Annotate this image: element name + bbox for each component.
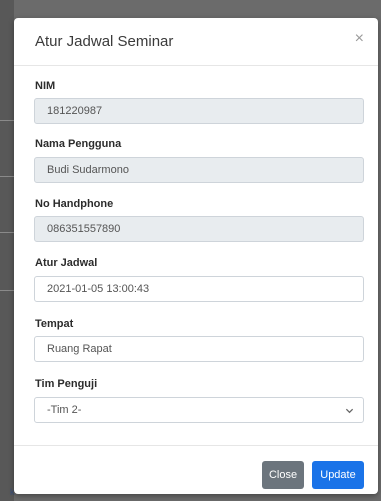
backdrop-divider xyxy=(0,290,14,291)
tim-penguji-select[interactable]: -Tim 2- xyxy=(34,397,364,423)
modal-header: Atur Jadwal Seminar × xyxy=(14,18,378,66)
close-icon[interactable]: × xyxy=(355,31,364,47)
update-button[interactable]: Update xyxy=(312,461,364,489)
tim-penguji-selected-value: -Tim 2- xyxy=(47,404,82,416)
tim-penguji-label: Tim Penguji xyxy=(35,378,98,390)
nim-label: NIM xyxy=(35,80,56,92)
atur-jadwal-label: Atur Jadwal xyxy=(35,257,98,269)
schedule-seminar-modal: Atur Jadwal Seminar × NIM 181220987 Nama… xyxy=(14,18,378,494)
backdrop-divider xyxy=(0,232,14,233)
page-backdrop xyxy=(0,0,14,501)
no-handphone-field[interactable]: 086351557890 xyxy=(34,216,364,242)
atur-jadwal-input[interactable]: 2021-01-05 13:00:43 xyxy=(34,276,364,302)
modal-title: Atur Jadwal Seminar xyxy=(35,33,174,50)
nama-pengguna-field[interactable]: Budi Sudarmono xyxy=(34,157,364,183)
no-handphone-label: No Handphone xyxy=(35,198,114,210)
tempat-input[interactable]: Ruang Rapat xyxy=(34,336,364,362)
nama-pengguna-label: Nama Pengguna xyxy=(35,138,122,150)
tempat-label: Tempat xyxy=(35,318,74,330)
close-button[interactable]: Close xyxy=(262,461,304,489)
backdrop-divider xyxy=(0,176,14,177)
nim-field[interactable]: 181220987 xyxy=(34,98,364,124)
chevron-down-icon xyxy=(345,408,354,414)
backdrop-divider xyxy=(0,120,14,121)
